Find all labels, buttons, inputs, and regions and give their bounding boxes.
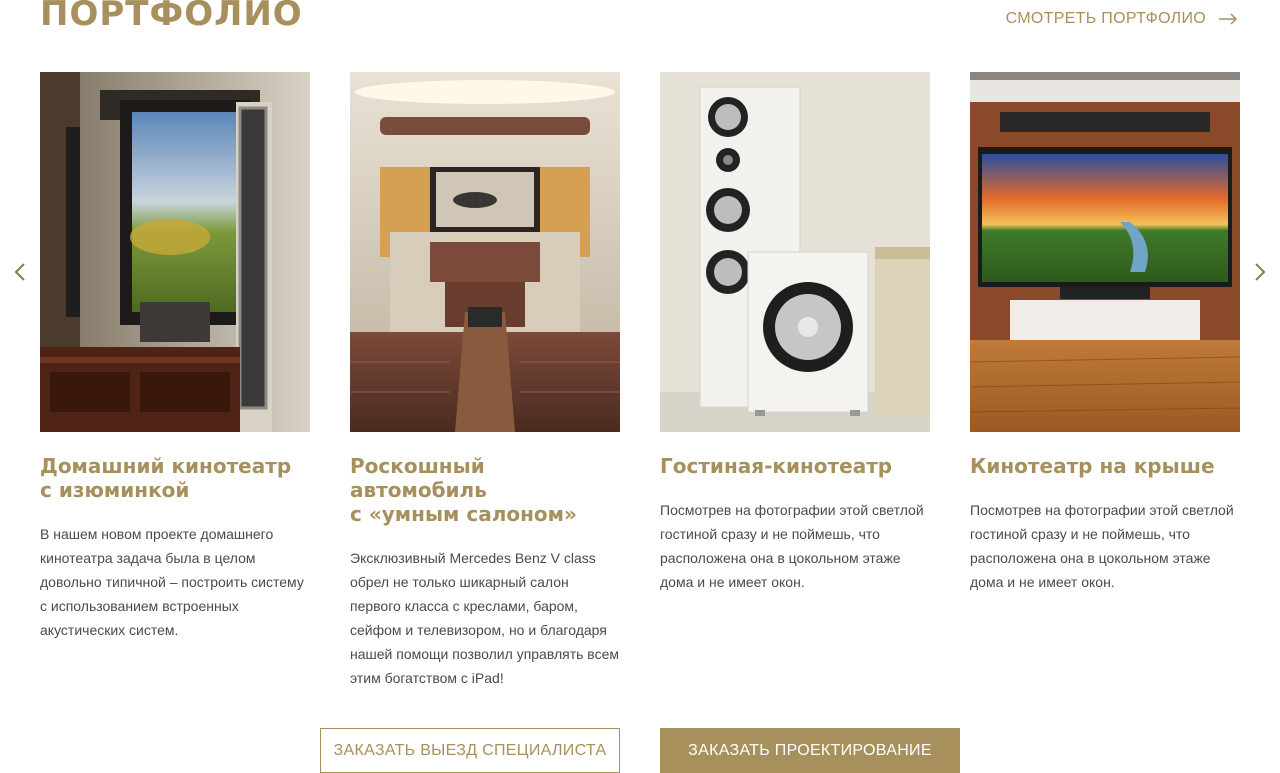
order-design-button[interactable]: ЗАКАЗАТЬ ПРОЕКТИРОВАНИЕ [660,728,960,773]
card-title[interactable]: Гостиная-кинотеатр [660,454,930,478]
card-photo-rooftop-cinema[interactable] [970,72,1240,432]
portfolio-card[interactable]: Гостиная-кинотеатр Посмотрев на фотограф… [660,72,930,690]
arrow-right-icon [1219,13,1238,25]
card-title[interactable]: Роскошный автомобиль с «умным салоном» [350,454,620,526]
chevron-right-icon [1255,263,1266,281]
carousel-next-button[interactable] [1246,258,1274,286]
home-theater-image [40,72,310,432]
card-title[interactable]: Домашний кинотеатр с изюминкой [40,454,310,502]
card-title[interactable]: Кинотеатр на крыше [970,454,1240,478]
section-title: ПОРТФОЛИО [40,0,303,34]
portfolio-carousel: Домашний кинотеатр с изюминкой В нашем н… [40,72,1240,690]
rooftop-cinema-image [970,72,1240,432]
car-interior-image [350,72,620,432]
portfolio-card[interactable]: Роскошный автомобиль с «умным салоном» Э… [350,72,620,690]
chevron-left-icon [14,263,25,281]
view-portfolio-link[interactable]: СМОТРЕТЬ ПОРТФОЛИО [1006,10,1238,28]
portfolio-card[interactable]: Домашний кинотеатр с изюминкой В нашем н… [40,72,310,690]
card-description: Посмотрев на фотографии этой светлой гос… [660,502,924,590]
card-photo-living-room[interactable] [660,72,930,432]
card-photo-home-theater[interactable] [40,72,310,432]
portfolio-card[interactable]: Кинотеатр на крыше Посмотрев на фотограф… [970,72,1240,690]
carousel-prev-button[interactable] [6,258,34,286]
order-visit-button[interactable]: ЗАКАЗАТЬ ВЫЕЗД СПЕЦИАЛИСТА [320,728,620,773]
card-photo-car-interior[interactable] [350,72,620,432]
card-description: Эксклюзивный Mercedes Benz V class обрел… [350,550,619,686]
card-description: В нашем новом проекте домашнего кинотеат… [40,526,304,638]
speakers-image [660,72,930,432]
card-description: Посмотрев на фотографии этой светлой гос… [970,502,1234,590]
view-portfolio-label: СМОТРЕТЬ ПОРТФОЛИО [1005,10,1206,27]
